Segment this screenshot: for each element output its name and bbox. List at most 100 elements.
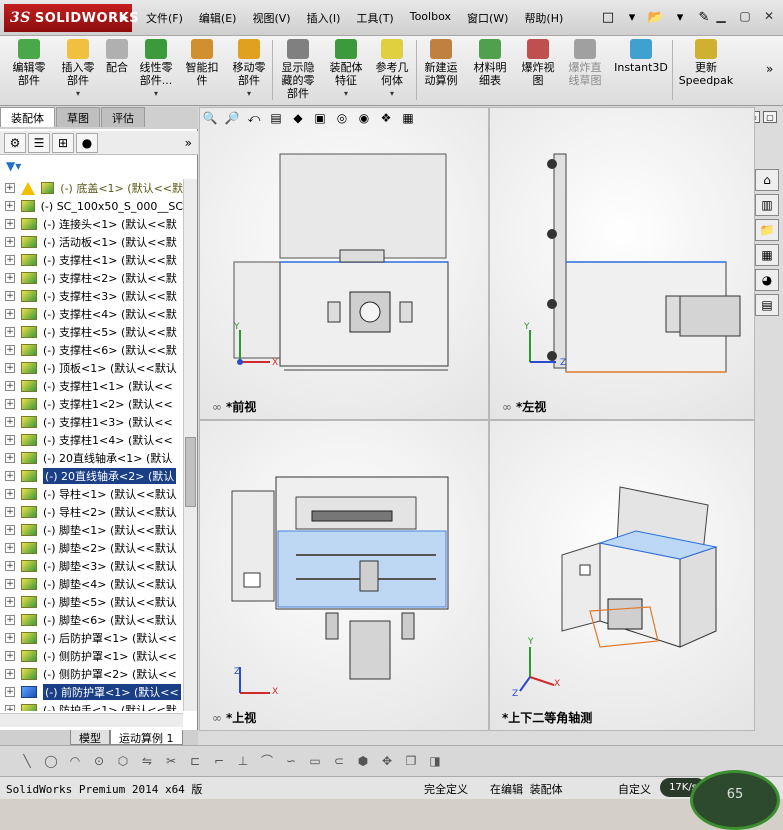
expand-icon[interactable]: + [5,561,15,571]
expand-icon[interactable]: + [5,255,15,265]
assembly-features-button[interactable]: 装配体 特征 ▾ [324,39,368,103]
front-view-pane[interactable]: Y X ∞ *前视 [199,107,489,420]
view-settings-icon[interactable]: ▦ [399,109,417,127]
close-icon[interactable]: ✕ [760,8,778,24]
graphics-area[interactable]: 🔍 🔎 ⤺ ▤ ◆ ▣ ◎ ◉ ❖ ▦ ◫ ▥ ▭ ▢ [199,107,783,745]
chevron-down-icon[interactable]: ▾ [226,87,272,100]
dimension-icon[interactable]: ⌐ [210,752,228,770]
expand-icon[interactable]: + [5,291,15,301]
rectangle-icon[interactable]: ▭ [306,752,324,770]
tree-item[interactable]: + (-) 前防护罩<1> (默认<< [0,683,183,701]
new-motion-study-button[interactable]: 新建运 动算例 [418,39,464,103]
polygon-icon[interactable]: ⬡ [114,752,132,770]
expand-icon[interactable]: + [5,651,15,661]
display-manager-icon[interactable]: ● [76,132,98,153]
menu-view[interactable]: 视图(V) [252,10,290,26]
expand-icon[interactable]: + [5,345,15,355]
tree-item[interactable]: + (-) 20直线轴承<2> (默认 [0,467,183,485]
tree-item[interactable]: + (-) 脚垫<6> (默认<<默认 [0,611,183,629]
expand-icon[interactable]: + [5,687,15,697]
point-icon[interactable]: ⊙ [90,752,108,770]
tree-item[interactable]: + (-) 支撑柱<5> (默认<<默 [0,323,183,341]
file-explorer-icon[interactable]: 📁 [755,219,779,241]
tree-item[interactable]: + (-) 侧防护罩<2> (默认<< [0,665,183,683]
tree-item[interactable]: + (-) 侧防护罩<1> (默认<< [0,647,183,665]
tree-item[interactable]: + (-) 连接头<1> (默认<<默 [0,215,183,233]
tree-item[interactable]: + (-) 脚垫<3> (默认<<默认 [0,557,183,575]
home-icon[interactable]: ⌂ [755,169,779,191]
show-hidden-components-button[interactable]: 显示隐 藏的零 部件 [276,39,320,103]
tab-evaluate[interactable]: 评估 [101,107,145,127]
tree-item[interactable]: + (-) 顶板<1> (默认<<默认 [0,359,183,377]
tree-item[interactable]: + (-) 20直线轴承<1> (默认 [0,449,183,467]
chevron-down-icon[interactable]: ▾ [370,87,414,100]
tree-item[interactable]: + (-) 后防护罩<1> (默认<< [0,629,183,647]
tree-item[interactable]: + (-) SC_100x50_S_000__SC [0,197,183,215]
tree-item[interactable]: + (-) 脚垫<1> (默认<<默认 [0,521,183,539]
bill-of-materials-button[interactable]: 材料明 细表 [468,39,512,103]
save-icon[interactable]: ▾ [670,8,690,26]
iso-view-pane[interactable]: Y X Z *上下二等角轴测 [489,420,755,731]
configuration-manager-icon[interactable]: ⊞ [52,132,74,153]
chevron-down-icon[interactable]: ▾ [324,87,368,100]
tree-item[interactable]: + (-) 支撑柱1<4> (默认<< [0,431,183,449]
custom-properties-icon[interactable]: ▤ [755,294,779,316]
tree-item[interactable]: + (-) 导柱<2> (默认<<默认 [0,503,183,521]
tree-horizontal-scrollbar[interactable] [0,713,183,727]
tree-item[interactable]: + (-) 脚垫<5> (默认<<默认 [0,593,183,611]
tree-item[interactable]: + (-) 导柱<1> (默认<<默认 [0,485,183,503]
mirror-icon[interactable]: ⇋ [138,752,156,770]
arc-icon[interactable]: ◠ [66,752,84,770]
display-style-icon[interactable]: ▣ [311,109,329,127]
tab-assembly[interactable]: 装配体 [0,107,55,127]
view-palette-icon[interactable]: ▦ [755,244,779,266]
explode-line-sketch-button[interactable]: 爆炸直 线草图 [562,39,608,103]
expand-icon[interactable]: + [5,615,15,625]
expand-icon[interactable]: + [5,201,15,211]
expand-icon[interactable]: + [5,327,15,337]
tree-item[interactable]: + (-) 防护手<1> (默认<<默 [0,701,183,711]
apply-scene-icon[interactable]: ❖ [377,109,395,127]
expand-icon[interactable]: + [5,417,15,427]
section-view-icon[interactable]: ▤ [267,109,285,127]
property-manager-icon[interactable]: ☰ [28,132,50,153]
expand-icon[interactable]: + [5,273,15,283]
trim-icon[interactable]: ✂ [162,752,180,770]
line-icon[interactable]: ╲ [18,752,36,770]
extrude-icon[interactable]: ⬢ [354,752,372,770]
view-orientation-icon[interactable]: ◆ [289,109,307,127]
tree-item[interactable]: + (-) 支撑柱1<1> (默认<< [0,377,183,395]
tree-item[interactable]: + (-) 脚垫<4> (默认<<默认 [0,575,183,593]
linear-pattern-button[interactable]: 线性零 部件... ▾ [134,39,178,103]
instant3d-button[interactable]: Instant3D [612,39,670,103]
tree-vertical-scrollbar[interactable] [183,179,197,711]
menu-insert[interactable]: 插入(I) [307,10,341,26]
copy-icon[interactable]: ❐ [402,752,420,770]
fillet-icon[interactable]: ⌒ [258,752,276,770]
tree-item[interactable]: + (-) 脚垫<2> (默认<<默认 [0,539,183,557]
insert-component-button[interactable]: 插入零 部件 ▾ [56,39,100,103]
tree-item[interactable]: + (-) 支撑柱<2> (默认<<默 [0,269,183,287]
menu-help[interactable]: 帮助(H) [524,10,563,26]
edit-component-button[interactable]: 编辑零 部件 [6,39,52,103]
panel-expand-icon[interactable]: » [185,136,192,150]
expand-icon[interactable]: + [5,597,15,607]
chevron-down-icon[interactable]: ▾ [56,87,100,100]
options-icon[interactable]: ✎ [694,8,714,26]
expand-icon[interactable]: + [5,669,15,679]
zoom-area-icon[interactable]: 🔎 [223,109,241,127]
menu-file[interactable]: 文件(F) [146,10,183,26]
filter-icon[interactable]: ▼▾ [6,159,21,173]
spline-icon[interactable]: ∽ [282,752,300,770]
minimize-icon[interactable]: ▁ [712,8,730,24]
scrollbar-thumb[interactable] [185,437,196,507]
expand-icon[interactable]: + [5,453,15,463]
tab-motion-study-1[interactable]: 运动算例 1 [110,730,183,745]
expand-icon[interactable]: + [5,219,15,229]
ribbon-overflow-icon[interactable]: » [766,62,773,76]
relation-icon[interactable]: ⊥ [234,752,252,770]
chevron-down-icon[interactable]: ▾ [134,87,178,100]
expand-icon[interactable]: + [5,309,15,319]
expand-icon[interactable]: + [5,525,15,535]
tab-model[interactable]: 模型 [70,730,110,745]
